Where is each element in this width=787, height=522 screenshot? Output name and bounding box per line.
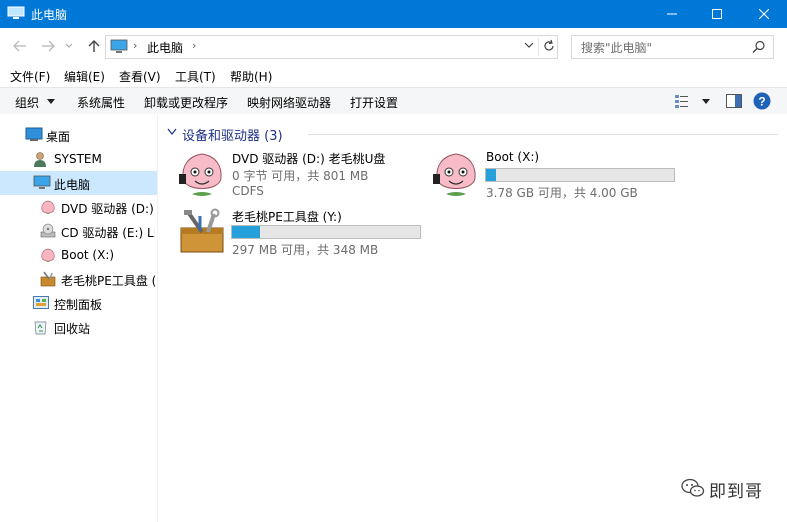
computer-icon (110, 39, 128, 53)
drive-name: Boot (X:) (486, 150, 540, 164)
drive-name: 老毛桃PE工具盘 (Y:) (232, 210, 342, 224)
wechat-icon (681, 478, 705, 497)
menu-edit[interactable]: 编辑(E) (64, 68, 105, 85)
maximize-button[interactable] (694, 0, 740, 28)
recycle-bin-icon (34, 321, 47, 335)
drive-usage-fill (232, 226, 260, 238)
navigation-pane: 桌面 SYSTEM 此电脑 DVD 驱动器 (D:) 老毛桃U盘 CD 驱动器 … (0, 114, 157, 522)
drive-name: DVD 驱动器 (D:) 老毛桃U盘 (232, 152, 386, 166)
title-bar: 此电脑 (0, 0, 787, 28)
nav-item-system[interactable]: SYSTEM (0, 147, 157, 171)
breadcrumb-this-pc[interactable]: 此电脑 (147, 39, 183, 56)
drive-free-space: 0 字节 可用，共 801 MB (232, 169, 369, 183)
nav-item-desktop[interactable]: 桌面 (0, 123, 157, 147)
toolbox-icon (180, 208, 224, 253)
up-icon[interactable] (86, 38, 102, 54)
organize-button[interactable]: 组织 (15, 94, 39, 111)
group-header[interactable]: 设备和驱动器 (3) (182, 125, 283, 144)
nav-item-pe-toolkit[interactable]: 老毛桃PE工具盘 (Y:) (0, 267, 157, 291)
nav-item-recycle-bin[interactable]: 回收站 (0, 315, 157, 339)
nav-item-cd-drive[interactable]: CD 驱动器 (E:) LMT (0, 219, 157, 243)
drive-free-space: 297 MB 可用，共 348 MB (232, 243, 379, 257)
nav-item-this-pc[interactable]: 此电脑 (0, 171, 157, 195)
drive-usage-fill (486, 169, 497, 181)
nav-label: CD 驱动器 (E:) LMT (61, 226, 155, 240)
menu-tools[interactable]: 工具(T) (175, 68, 216, 85)
computer-icon (33, 175, 51, 189)
watermark-text: 即到哥 (709, 482, 763, 502)
recent-locations-icon[interactable] (64, 41, 74, 51)
view-options-icon[interactable] (674, 93, 690, 109)
minimize-button[interactable] (649, 0, 695, 28)
chevron-down-icon[interactable] (702, 99, 710, 104)
close-icon (759, 9, 769, 19)
peach-icon (41, 248, 55, 262)
open-settings-button[interactable]: 打开设置 (350, 94, 398, 111)
nav-item-dvd-drive[interactable]: DVD 驱动器 (D:) 老毛桃U盘 (0, 195, 157, 219)
drive-filesystem: CDFS (232, 184, 264, 198)
user-icon (34, 152, 46, 167)
drive-free-space: 3.78 GB 可用，共 4.00 GB (486, 186, 638, 200)
nav-label: SYSTEM (54, 152, 102, 166)
nav-label: 回收站 (54, 322, 91, 336)
chevron-down-icon[interactable] (47, 99, 55, 104)
window-title: 此电脑 (31, 8, 68, 22)
desktop-icon (25, 127, 43, 141)
back-icon[interactable] (12, 38, 28, 54)
nav-label: 控制面板 (54, 298, 103, 312)
forward-icon[interactable] (40, 38, 56, 54)
nav-label: 桌面 (46, 130, 71, 144)
address-bar[interactable]: › 此电脑 › (105, 35, 558, 59)
content-area: 设备和驱动器 (3) DVD 驱动器 (D:) 老毛桃U盘 0 字节 可用，共 … (158, 114, 787, 522)
cd-drive-icon (40, 223, 56, 238)
preview-pane-icon[interactable] (726, 94, 742, 108)
help-icon[interactable]: ? (753, 92, 771, 110)
chevron-down-icon[interactable] (524, 40, 534, 50)
menu-file[interactable]: 文件(F) (10, 68, 50, 85)
menu-view[interactable]: 查看(V) (119, 68, 161, 85)
nav-label: 老毛桃PE工具盘 (Y:) (61, 274, 155, 288)
menu-help[interactable]: 帮助(H) (230, 68, 272, 85)
map-network-drive-button[interactable]: 映射网络驱动器 (247, 94, 331, 111)
breadcrumb-separator-icon[interactable]: › (133, 39, 137, 52)
chevron-down-icon[interactable] (167, 128, 177, 136)
peach-icon (433, 153, 476, 196)
breadcrumb-separator-icon[interactable]: › (192, 39, 196, 52)
peach-icon (179, 153, 222, 196)
computer-icon (7, 6, 25, 19)
svg-text:?: ? (758, 95, 765, 109)
drive-dvd[interactable]: DVD 驱动器 (D:) 老毛桃U盘 0 字节 可用，共 801 MB CDFS (178, 150, 418, 200)
nav-item-boot-drive[interactable]: Boot (X:) (0, 243, 157, 267)
nav-item-control-panel[interactable]: 控制面板 (0, 291, 157, 315)
refresh-icon[interactable] (542, 39, 556, 53)
command-bar: 组织 系统属性 卸载或更改程序 映射网络驱动器 打开设置 ? (0, 87, 787, 115)
group-divider (308, 134, 778, 135)
drive-boot[interactable]: Boot (X:) 3.78 GB 可用，共 4.00 GB (432, 150, 682, 200)
address-divider (538, 38, 539, 56)
system-properties-button[interactable]: 系统属性 (77, 94, 125, 111)
peach-icon (41, 200, 55, 214)
minimize-icon (667, 13, 677, 15)
uninstall-program-button[interactable]: 卸载或更改程序 (144, 94, 228, 111)
drive-pe-toolkit[interactable]: 老毛桃PE工具盘 (Y:) 297 MB 可用，共 348 MB (178, 208, 428, 258)
nav-label: Boot (X:) (61, 248, 115, 262)
nav-label: DVD 驱动器 (D:) 老毛桃U盘 (61, 202, 155, 216)
nav-label: 此电脑 (54, 178, 91, 192)
search-placeholder: 搜索"此电脑" (581, 41, 653, 55)
drive-usage-bar (485, 168, 675, 182)
watermark: 即到哥 (681, 478, 762, 502)
close-button[interactable] (741, 0, 787, 28)
search-input[interactable]: 搜索"此电脑" (571, 35, 774, 59)
toolbox-icon (40, 271, 56, 287)
drive-usage-bar (231, 225, 421, 239)
control-panel-icon (33, 296, 49, 309)
maximize-icon (712, 9, 722, 19)
search-icon[interactable] (752, 40, 766, 54)
menu-bar: 文件(F) 编辑(E) 查看(V) 工具(T) 帮助(H) (0, 64, 787, 86)
